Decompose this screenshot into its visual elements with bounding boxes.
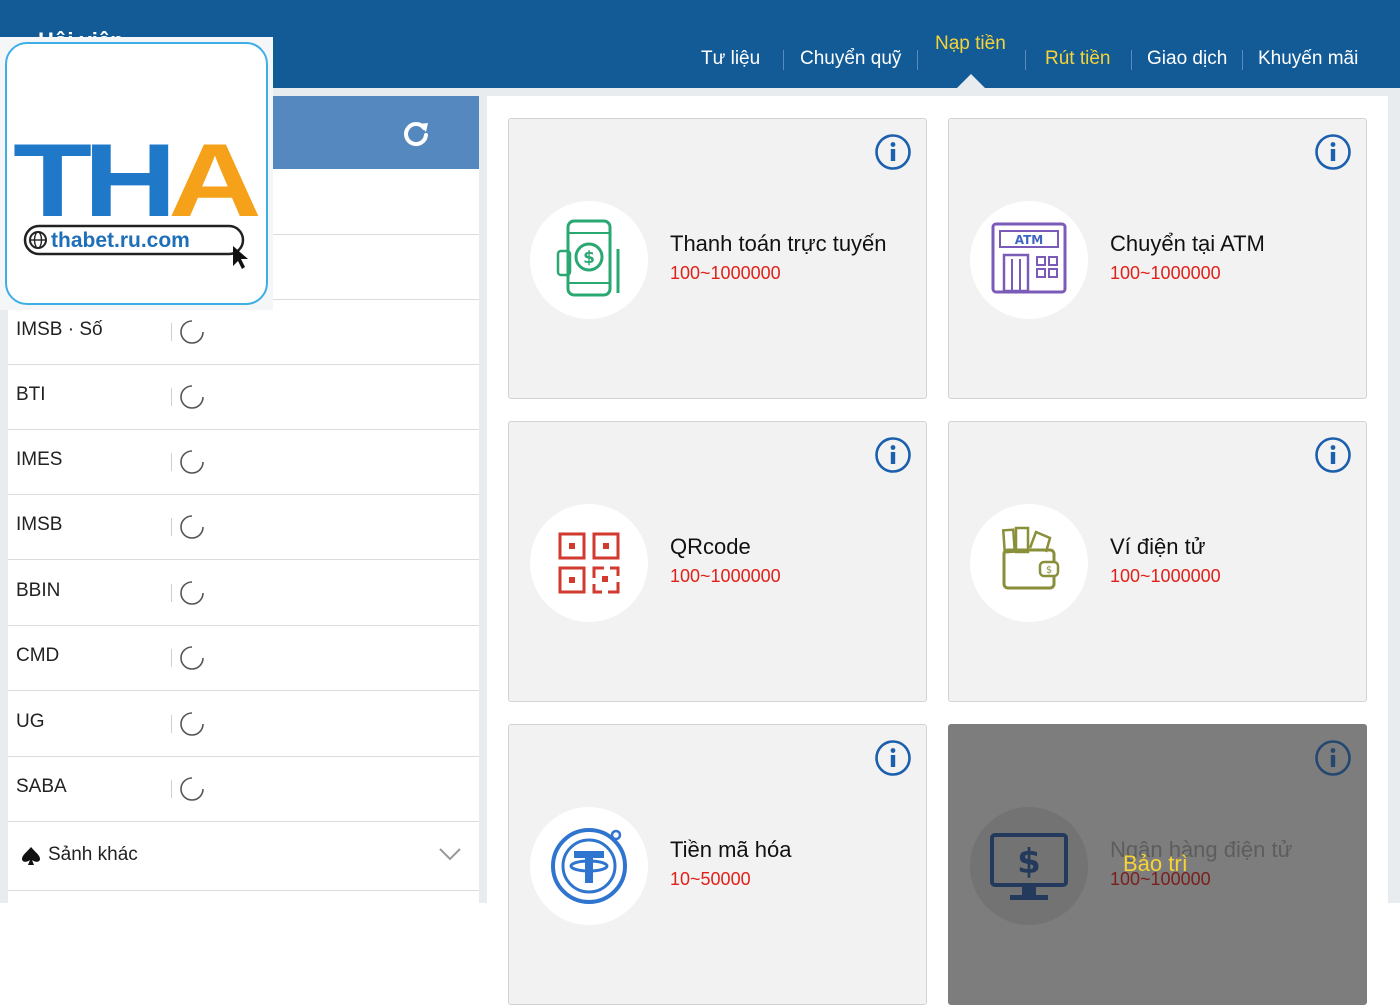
- method-range: 10~50000: [670, 869, 751, 889]
- wallet-name: IMES: [16, 449, 63, 470]
- spade-icon: [22, 847, 40, 865]
- mobile-payment-icon: $: [556, 219, 620, 297]
- method-card-qrcode[interactable]: QRcode 100~1000000: [508, 421, 927, 702]
- method-title: QRcode: [670, 534, 751, 559]
- wallet-row: IMES: [8, 429, 479, 495]
- chevron-down-icon: [439, 848, 461, 861]
- other-lobbies-label: Sảnh khác: [48, 844, 138, 865]
- svg-text:$: $: [1017, 842, 1041, 882]
- info-icon[interactable]: [1314, 133, 1352, 171]
- method-title: Ví điện tử: [1110, 534, 1206, 559]
- info-icon[interactable]: [1314, 436, 1352, 474]
- other-lobbies-toggle[interactable]: Sảnh khác: [8, 822, 479, 891]
- nav-tu-lieu[interactable]: Tư liệu: [701, 48, 760, 70]
- refresh-icon[interactable]: [401, 118, 431, 148]
- active-tab-pointer: [957, 74, 985, 88]
- method-card-crypto[interactable]: Tiền mã hóa 10~50000: [508, 724, 927, 1005]
- row-divider: [171, 715, 172, 733]
- nav-divider: [917, 50, 918, 70]
- wallet-row: UG: [8, 691, 479, 757]
- method-title: Tiền mã hóa: [670, 837, 792, 862]
- wallet-name: CMD: [16, 645, 60, 666]
- logo-frame: TH A thabet.ru.com: [5, 42, 268, 305]
- nav-rut-tien[interactable]: Rút tiền: [1045, 48, 1110, 70]
- method-card-e-wallet[interactable]: $ Ví điện tử 100~1000000: [948, 421, 1367, 702]
- wallet-icon: $: [1001, 526, 1060, 590]
- watermark-logo: TH A thabet.ru.com: [0, 37, 273, 310]
- wallet-name: UG: [16, 711, 45, 732]
- nav-divider: [1131, 50, 1132, 70]
- wallet-name: IMSB · Số: [16, 319, 103, 340]
- nav-khuyen-mai[interactable]: Khuyến mãi: [1258, 48, 1358, 70]
- svg-text:$: $: [583, 248, 595, 268]
- nav-chuyen-quy[interactable]: Chuyển quỹ: [800, 48, 901, 70]
- wallet-row: IMSB: [8, 494, 479, 560]
- svg-text:ATM: ATM: [1015, 233, 1043, 247]
- wallet-row: CMD: [8, 625, 479, 691]
- loading-spinner-icon: [180, 385, 204, 409]
- method-card-online-banking[interactable]: $ Ngân hàng điện tử 100~100000 Bảo trì: [948, 724, 1367, 1005]
- maintenance-badge: Bảo trì: [1123, 851, 1188, 876]
- row-divider: [171, 453, 172, 471]
- online-bank-icon: $: [990, 833, 1068, 900]
- method-range: 100~1000000: [1110, 566, 1221, 586]
- tether-icon: [551, 828, 627, 904]
- qrcode-icon: [558, 532, 620, 594]
- row-divider: [171, 649, 172, 667]
- nav-nap-tien[interactable]: Nạp tiền: [935, 33, 1006, 55]
- row-divider: [171, 323, 172, 341]
- loading-spinner-icon: [180, 777, 204, 801]
- info-icon[interactable]: [874, 133, 912, 171]
- method-title: Thanh toán trực tuyến: [670, 231, 887, 256]
- nav-divider: [1242, 50, 1243, 70]
- method-card-atm[interactable]: ATM Chuyển tại ATM 100~1000000: [948, 118, 1367, 399]
- method-card-online-payment[interactable]: $ Thanh toán trực tuyến 100~1000000: [508, 118, 927, 399]
- row-divider: [171, 388, 172, 406]
- method-range: 100~1000000: [670, 566, 781, 586]
- method-range: 100~1000000: [1110, 263, 1221, 283]
- svg-text:THA: TH A: [13, 123, 259, 239]
- method-range: 100~1000000: [670, 263, 781, 283]
- svg-text:thabet.ru.com: thabet.ru.com: [51, 229, 190, 252]
- row-divider: [171, 518, 172, 536]
- loading-spinner-icon: [180, 450, 204, 474]
- row-divider: [171, 780, 172, 798]
- wallet-row: BBIN: [8, 560, 479, 626]
- atm-icon: ATM: [991, 222, 1067, 294]
- wallet-name: SABA: [16, 776, 67, 797]
- loading-spinner-icon: [180, 646, 204, 670]
- wallet-name: BBIN: [16, 580, 61, 601]
- loading-spinner-icon: [180, 515, 204, 539]
- wallet-row: BTI: [8, 364, 479, 430]
- nav-divider: [783, 50, 784, 70]
- deposit-methods-panel: $ Thanh toán trực tuyến 100~1000000 ATM …: [487, 96, 1388, 1005]
- info-icon[interactable]: [874, 739, 912, 777]
- nav-giao-dich[interactable]: Giao dịch: [1147, 48, 1227, 70]
- loading-spinner-icon: [180, 320, 204, 344]
- row-divider: [171, 584, 172, 602]
- method-title: Chuyển tại ATM: [1110, 231, 1265, 256]
- wallet-name: BTI: [16, 384, 46, 405]
- svg-text:$: $: [1046, 565, 1052, 576]
- info-icon[interactable]: [1314, 739, 1352, 777]
- info-icon[interactable]: [874, 436, 912, 474]
- loading-spinner-icon: [180, 581, 204, 605]
- tha-logo-icon: TH A thabet.ru.com: [13, 123, 266, 269]
- loading-spinner-icon: [180, 712, 204, 736]
- wallet-name: IMSB: [16, 514, 63, 535]
- wallet-row: SABA: [8, 756, 479, 822]
- nav-divider: [1025, 50, 1026, 70]
